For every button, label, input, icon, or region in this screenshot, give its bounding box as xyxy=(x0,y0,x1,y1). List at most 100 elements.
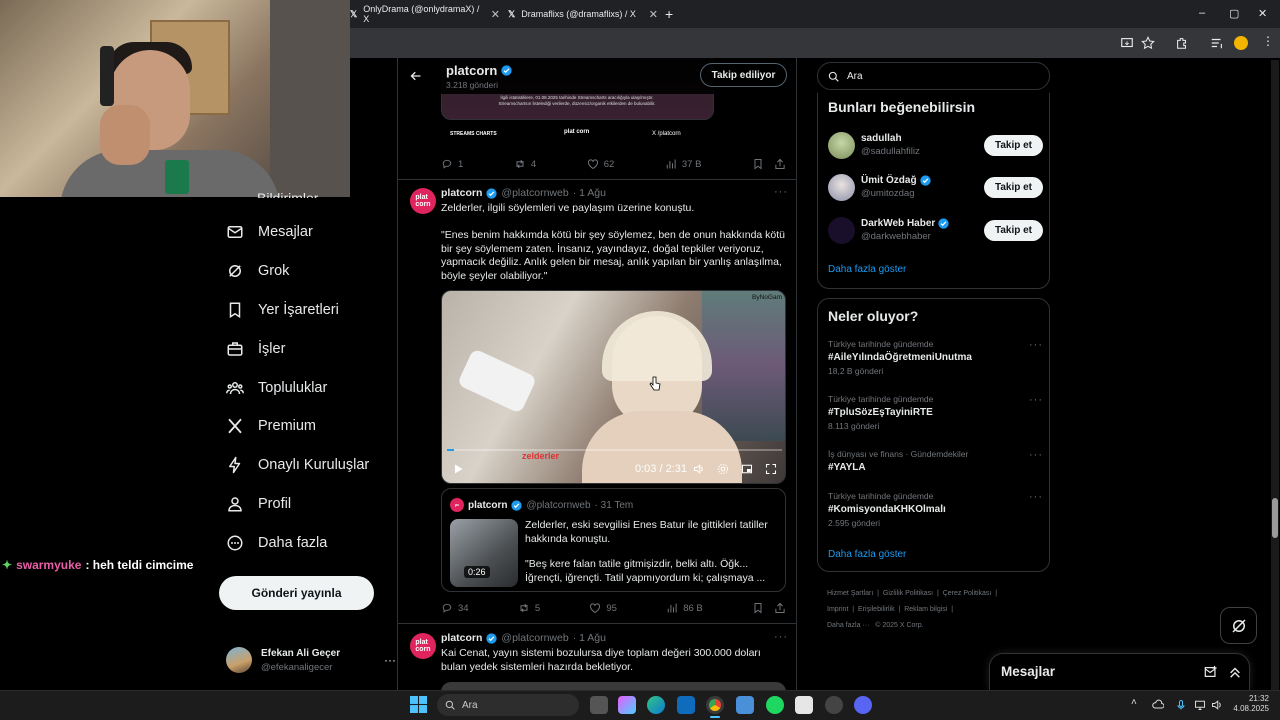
views-button[interactable]: 86 B xyxy=(666,602,703,614)
picture-in-picture-icon[interactable] xyxy=(741,463,753,475)
fullscreen-icon[interactable] xyxy=(765,463,777,475)
repost-button[interactable]: 5 xyxy=(518,602,540,614)
footer-link[interactable]: Erişilebilirlik xyxy=(858,606,895,613)
media-control-icon[interactable] xyxy=(1210,36,1224,50)
like-button[interactable]: 95 xyxy=(589,602,617,614)
browser-menu-icon[interactable]: ⋮ xyxy=(1262,34,1274,48)
edge-icon[interactable] xyxy=(647,696,665,714)
footer-link[interactable]: Çerez Politikası xyxy=(943,590,992,597)
author-name[interactable]: platcorn xyxy=(441,187,482,199)
tweet-more-icon[interactable]: ··· xyxy=(774,186,788,198)
grok-float-button[interactable] xyxy=(1220,607,1257,644)
reply-button[interactable]: 1 xyxy=(441,158,463,170)
expand-up-icon[interactable] xyxy=(1228,665,1242,679)
footer-link[interactable]: Imprint xyxy=(827,606,848,613)
copilot-icon[interactable] xyxy=(618,696,636,714)
nav-item-messages[interactable]: Mesajlar xyxy=(226,214,416,250)
avatar[interactable]: plat corn xyxy=(410,633,436,659)
settings-gear-icon[interactable] xyxy=(717,463,729,475)
follow-button[interactable]: Takip et xyxy=(984,219,1043,241)
author-handle[interactable]: @platcornweb xyxy=(501,632,568,644)
outlook-icon[interactable] xyxy=(677,696,695,714)
following-button[interactable]: Takip ediliyor xyxy=(700,63,787,87)
bookmark-icon[interactable] xyxy=(752,158,764,170)
close-tab-icon[interactable]: ✕ xyxy=(491,8,500,21)
taskbar-search[interactable]: Ara xyxy=(437,694,579,716)
video-progress-bar[interactable] xyxy=(447,449,782,451)
maximize-button[interactable]: ▢ xyxy=(1229,7,1239,20)
reply-button[interactable]: 34 xyxy=(441,602,469,614)
back-arrow-icon[interactable] xyxy=(410,70,422,82)
tweet-video[interactable]: ByNoGam zelderler 0:03 / 2:31 xyxy=(441,290,786,484)
play-icon[interactable] xyxy=(452,463,464,475)
show-hidden-icons[interactable]: ˄ xyxy=(1131,697,1137,708)
discord-icon[interactable] xyxy=(854,696,872,714)
tweet-time[interactable]: · 1 Ağu xyxy=(573,632,606,644)
suggested-user[interactable]: DarkWeb Haber @darkwebhaber Takip et xyxy=(828,216,1043,244)
account-more-icon[interactable]: ··· xyxy=(384,653,396,667)
profile-avatar[interactable] xyxy=(1234,36,1248,50)
new-message-icon[interactable] xyxy=(1204,665,1218,679)
suggested-user[interactable]: Ümit Özdağ @umitozdag Takip et xyxy=(828,173,1043,201)
avatar[interactable]: plat corn xyxy=(410,188,436,214)
trend-item[interactable]: İş dünyası ve finans · Gündemdekiler #YA… xyxy=(828,449,1043,473)
network-icon[interactable] xyxy=(1194,699,1206,711)
browser-tab[interactable]: 𝕏 Dramaflixs (@dramaflixs) / X ✕ xyxy=(508,4,658,24)
onedrive-icon[interactable] xyxy=(1152,699,1164,711)
nav-item-more[interactable]: Daha fazla xyxy=(226,525,416,561)
nav-item-grok[interactable]: Grok xyxy=(226,253,416,289)
account-switcher[interactable]: Efekan Ali Geçer @efekanaligecer ··· xyxy=(226,644,396,676)
tweet-media-card[interactable] xyxy=(441,682,786,690)
follow-button[interactable]: Takip et xyxy=(984,134,1043,156)
volume-icon[interactable] xyxy=(693,463,705,475)
browser-tab[interactable]: 𝕏 OnlyDrama (@onlydramaX) / X ✕ xyxy=(350,4,500,24)
share-icon[interactable] xyxy=(774,602,786,614)
microphone-icon[interactable] xyxy=(1175,699,1187,711)
share-icon[interactable] xyxy=(774,158,786,170)
close-tab-icon[interactable]: ✕ xyxy=(649,8,658,21)
nav-item-communities[interactable]: Topluluklar xyxy=(226,370,416,406)
footer-link[interactable]: Daha fazla ··· xyxy=(827,622,869,629)
page-scrollbar[interactable] xyxy=(1271,60,1279,690)
follow-button[interactable]: Takip et xyxy=(984,176,1043,198)
trend-more-icon[interactable]: ··· xyxy=(1029,394,1043,406)
close-window-button[interactable]: ✕ xyxy=(1258,7,1267,20)
obs-icon[interactable] xyxy=(825,696,843,714)
star-icon[interactable] xyxy=(1141,36,1155,50)
search-input[interactable]: Ara xyxy=(817,62,1050,90)
new-tab-button[interactable]: + xyxy=(665,4,673,24)
tweet-time[interactable]: · 1 Ağu xyxy=(573,187,606,199)
windows-start-icon[interactable] xyxy=(410,696,427,713)
footer-link[interactable]: Gizlilik Politikası xyxy=(883,590,933,597)
quoted-tweet[interactable]: pc platcorn @platcornweb · 31 Tem 0:26 Z… xyxy=(441,488,786,592)
trend-more-icon[interactable]: ··· xyxy=(1029,339,1043,351)
volume-icon[interactable] xyxy=(1211,699,1223,711)
spotify-icon[interactable] xyxy=(766,696,784,714)
show-more-link[interactable]: Daha fazla göster xyxy=(828,549,906,560)
footer-link[interactable]: Reklam bilgisi xyxy=(904,606,947,613)
suggested-user[interactable]: sadullah @sadullahfiliz Takip et xyxy=(828,131,1043,159)
author-name[interactable]: platcorn xyxy=(441,632,482,644)
nav-item-verified-orgs[interactable]: Onaylı Kuruluşlar xyxy=(226,447,416,483)
bookmark-icon[interactable] xyxy=(752,602,764,614)
notepad-icon[interactable] xyxy=(736,696,754,714)
trend-more-icon[interactable]: ··· xyxy=(1029,491,1043,503)
footer-link[interactable]: Hizmet Şartları xyxy=(827,590,873,597)
messages-drawer[interactable]: Mesajlar xyxy=(989,653,1250,690)
nav-item-bookmarks[interactable]: Yer İşaretleri xyxy=(226,292,416,328)
chrome-icon[interactable] xyxy=(706,696,724,714)
capcut-icon[interactable] xyxy=(795,696,813,714)
extensions-icon[interactable] xyxy=(1175,36,1189,50)
install-app-icon[interactable] xyxy=(1120,36,1134,50)
trend-item[interactable]: Türkiye tarihinde gündemde #AileYılındaÖ… xyxy=(828,339,1043,376)
taskbar-clock[interactable]: 21:32 4.08.2025 xyxy=(1230,694,1269,714)
tweet-more-icon[interactable]: ··· xyxy=(774,631,788,643)
nav-item-notifications-partial[interactable]: Bildirimler xyxy=(257,190,318,198)
like-button[interactable]: 62 xyxy=(587,158,614,170)
nav-item-jobs[interactable]: İşler xyxy=(226,331,416,367)
nav-item-premium[interactable]: Premium xyxy=(226,408,416,444)
task-view-icon[interactable] xyxy=(590,696,608,714)
trend-more-icon[interactable]: ··· xyxy=(1029,449,1043,461)
post-button[interactable]: Gönderi yayınla xyxy=(219,576,374,610)
minimize-button[interactable]: – xyxy=(1199,7,1205,19)
